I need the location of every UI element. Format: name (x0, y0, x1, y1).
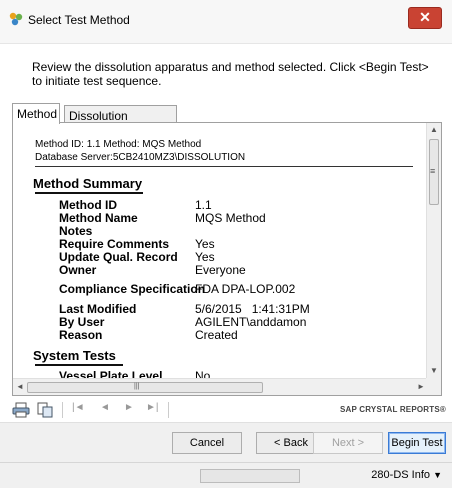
label-method-name: Method Name (59, 211, 138, 225)
method-summary-heading: Method Summary (33, 176, 143, 191)
scroll-left-icon[interactable]: ◄ (16, 382, 24, 391)
tab-dissolution-apparatus[interactable]: Dissolution Apparatus (64, 105, 177, 137)
value-last-modified: 5/6/2015 1:41:31PM (195, 302, 310, 316)
begin-test-button[interactable]: Begin Test (388, 432, 446, 454)
title-bar: Select Test Method ✕ (0, 0, 452, 44)
report-page: Method ID: 1.1 Method: MQS Method Databa… (13, 123, 427, 378)
label-reason: Reason (59, 328, 103, 342)
tab-strip: Method Dissolution Apparatus (12, 103, 442, 137)
value-reason: Created (195, 328, 238, 342)
vertical-scroll-thumb[interactable]: ≡ (429, 139, 439, 205)
value-owner: Everyone (195, 263, 246, 277)
label-vessel-plate-level: Vessel Plate Level (59, 369, 163, 378)
value-require-comments: Yes (195, 237, 215, 251)
close-icon: ✕ (419, 9, 431, 25)
system-tests-heading: System Tests (33, 348, 116, 363)
dropdown-arrow-icon[interactable]: ▼ (433, 470, 442, 480)
label-method-id: Method ID (59, 198, 117, 212)
heading-underline (35, 192, 143, 194)
print-icon[interactable] (12, 402, 30, 418)
status-bar: 280-DS Info ▼ (0, 462, 452, 488)
report-toolbar: |◄ ◄ ► ►| SAP CRYSTAL REPORTS® (0, 398, 452, 422)
value-method-name: MQS Method (195, 211, 266, 225)
close-button[interactable]: ✕ (408, 7, 442, 29)
button-bar: Cancel < Back Next > Begin Test (0, 422, 452, 462)
horizontal-scrollbar[interactable]: ◄ ||| ► (13, 378, 441, 395)
vertical-scrollbar[interactable]: ▲ ≡ ▼ (426, 123, 441, 378)
value-by-user: AGILENT\anddamon (195, 315, 307, 329)
horizontal-scroll-thumb[interactable]: ||| (27, 382, 263, 393)
last-page-icon[interactable]: ►| (146, 402, 159, 413)
export-icon[interactable] (36, 402, 54, 418)
first-page-icon[interactable]: |◄ (72, 402, 85, 413)
progress-bar (200, 469, 300, 483)
tab-method[interactable]: Method (12, 103, 60, 124)
value-method-id: 1.1 (195, 198, 212, 212)
report-meta-server: Database Server:5CB2410MZ3\DISSOLUTION (35, 152, 246, 163)
next-button[interactable]: Next > (313, 432, 383, 454)
status-info[interactable]: 280-DS Info (371, 469, 430, 481)
value-update-qual-record: Yes (195, 250, 215, 264)
crystal-reports-brand: SAP CRYSTAL REPORTS® (339, 405, 446, 414)
cancel-button[interactable]: Cancel (172, 432, 242, 454)
label-notes: Notes (59, 224, 93, 238)
scroll-down-icon[interactable]: ▼ (430, 366, 438, 375)
label-update-qual-record: Update Qual. Record (59, 250, 178, 264)
scroll-up-icon[interactable]: ▲ (430, 125, 438, 134)
heading-underline (35, 364, 123, 366)
toolbar-separator (168, 402, 169, 418)
window-title: Select Test Method (28, 13, 130, 27)
app-molecule-icon (9, 12, 23, 26)
report-meta-method: Method ID: 1.1 Method: MQS Method (35, 139, 202, 150)
scroll-corner (426, 378, 441, 395)
instructions-text: Review the dissolution apparatus and met… (32, 60, 429, 88)
label-last-modified: Last Modified (59, 302, 137, 316)
label-owner: Owner (59, 263, 97, 277)
report-viewer: Method ID: 1.1 Method: MQS Method Databa… (12, 122, 442, 396)
value-vessel-plate-level: No (195, 369, 211, 378)
label-compliance-spec: Compliance Specification (59, 282, 206, 296)
toolbar-separator (62, 402, 63, 418)
grip-icon: ≡ (430, 166, 436, 176)
previous-page-icon[interactable]: ◄ (100, 402, 110, 413)
scroll-right-icon[interactable]: ► (417, 382, 425, 391)
label-by-user: By User (59, 315, 105, 329)
next-page-icon[interactable]: ► (124, 402, 134, 413)
divider (35, 166, 413, 167)
value-compliance-spec: FDA DPA-LOP.002 (195, 282, 296, 296)
label-require-comments: Require Comments (59, 237, 170, 251)
hgrip-icon: ||| (134, 383, 140, 390)
